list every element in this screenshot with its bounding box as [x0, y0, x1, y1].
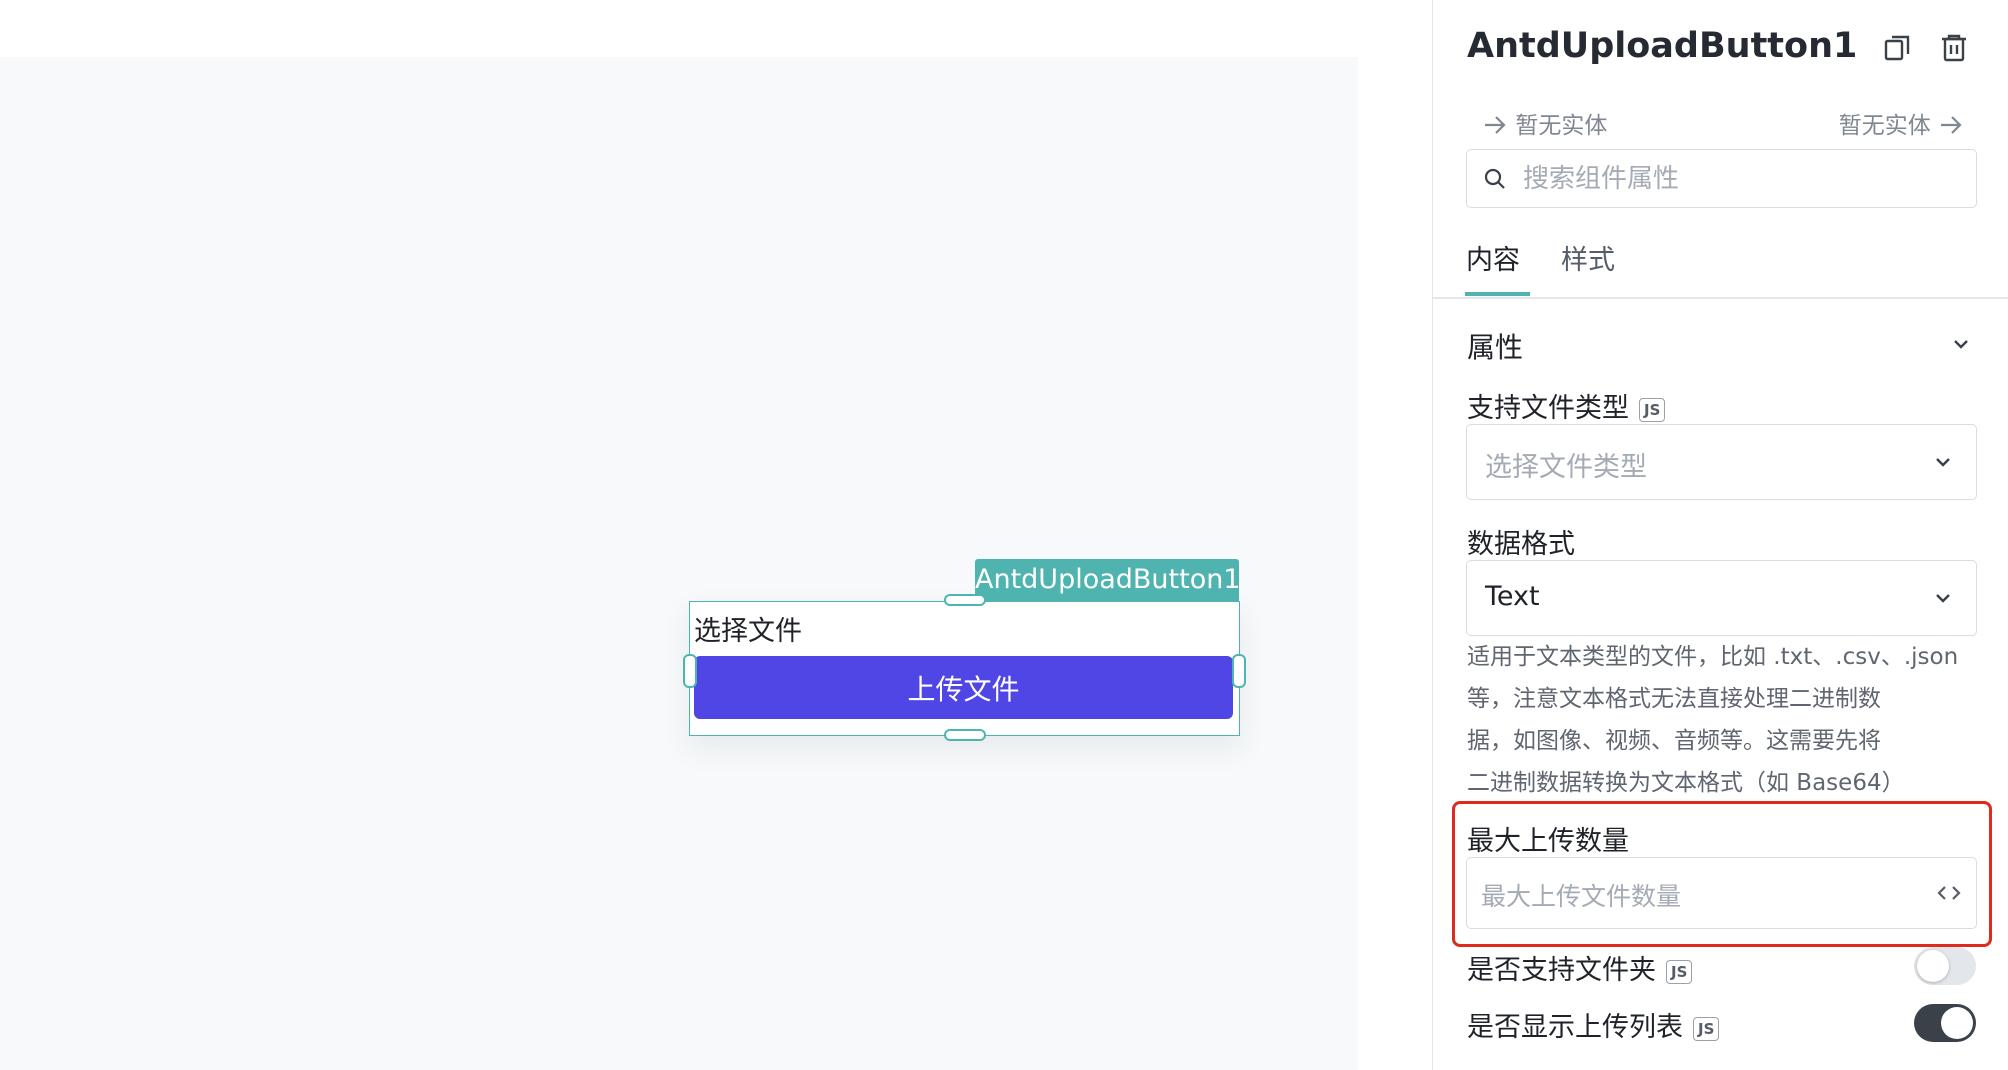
- help-line: 适用于文本类型的文件，比如 .txt、.csv、.json: [1467, 644, 1959, 670]
- arrow-right-icon: [1938, 113, 1964, 139]
- resize-handle-left[interactable]: [683, 654, 697, 688]
- panel-title: AntdUploadButton1: [1467, 26, 1858, 66]
- help-line: 等，注意文本格式无法直接处理二进制数: [1467, 686, 1881, 712]
- support-folder-label-text: 是否支持文件夹: [1467, 955, 1656, 986]
- active-tab-indicator: [1465, 292, 1530, 296]
- panel-divider: [1432, 0, 1433, 1070]
- show-list-label-text: 是否显示上传列表: [1467, 1012, 1683, 1043]
- support-folder-toggle[interactable]: [1914, 947, 1976, 985]
- tab-style[interactable]: 样式: [1561, 238, 1615, 277]
- toggle-knob: [1941, 1007, 1973, 1039]
- help-line: 二进制数据转换为文本格式（如 Base64）: [1467, 770, 1905, 796]
- trash-icon[interactable]: [1936, 30, 1972, 66]
- property-search-box[interactable]: [1466, 149, 1977, 208]
- help-line: 据，如图像、视频、音频等。这需要先将: [1467, 728, 1881, 754]
- js-badge[interactable]: JS: [1666, 959, 1693, 984]
- resize-handle-right[interactable]: [1232, 654, 1246, 688]
- file-type-label: 支持文件类型 JS: [1467, 386, 1666, 425]
- entity-link-right-label: 暂无实体: [1838, 113, 1931, 139]
- show-list-label: 是否显示上传列表 JS: [1467, 1005, 1720, 1044]
- data-format-select[interactable]: Text: [1466, 560, 1977, 636]
- arrow-right-icon: [1482, 113, 1515, 139]
- entity-link-left[interactable]: 暂无实体: [1482, 106, 1607, 140]
- file-type-placeholder: 选择文件类型: [1485, 452, 1647, 483]
- entity-link-right[interactable]: 暂无实体: [1839, 106, 1964, 140]
- upload-file-button[interactable]: 上传文件: [694, 656, 1233, 719]
- resize-handle-top[interactable]: [944, 594, 986, 606]
- data-format-label: 数据格式: [1467, 529, 1575, 560]
- search-icon: [1483, 167, 1507, 191]
- copy-icon[interactable]: [1880, 30, 1916, 66]
- upload-label: 选择文件: [694, 616, 802, 647]
- section-title-properties[interactable]: 属性: [1467, 326, 1523, 366]
- code-toggle-icon[interactable]: [1936, 882, 1962, 904]
- data-format-help: 适用于文本类型的文件，比如 .txt、.csv、.json 等，注意文本格式无法…: [1467, 636, 1987, 804]
- show-list-toggle[interactable]: [1914, 1004, 1976, 1042]
- chevron-down-icon[interactable]: [1950, 333, 1972, 355]
- toggle-knob: [1917, 950, 1949, 982]
- max-upload-input[interactable]: 最大上传文件数量: [1466, 857, 1977, 929]
- tabs-divider: [1433, 297, 2008, 299]
- file-type-select[interactable]: 选择文件类型: [1466, 424, 1977, 500]
- js-badge[interactable]: JS: [1693, 1016, 1720, 1041]
- entity-link-left-label: 暂无实体: [1515, 113, 1608, 139]
- js-badge[interactable]: JS: [1639, 397, 1666, 422]
- max-upload-placeholder: 最大上传文件数量: [1481, 882, 1682, 911]
- file-type-label-text: 支持文件类型: [1467, 393, 1629, 424]
- support-folder-label: 是否支持文件夹 JS: [1467, 948, 1693, 987]
- chevron-down-icon: [1932, 451, 1954, 473]
- component-name-tag[interactable]: AntdUploadButton1: [975, 559, 1241, 601]
- resize-handle-bottom[interactable]: [944, 729, 986, 741]
- chevron-down-icon: [1932, 587, 1954, 609]
- data-format-value: Text: [1485, 581, 1540, 612]
- tab-content[interactable]: 内容: [1466, 238, 1520, 277]
- property-search-input[interactable]: [1521, 150, 1955, 207]
- max-upload-label: 最大上传数量: [1467, 826, 1629, 857]
